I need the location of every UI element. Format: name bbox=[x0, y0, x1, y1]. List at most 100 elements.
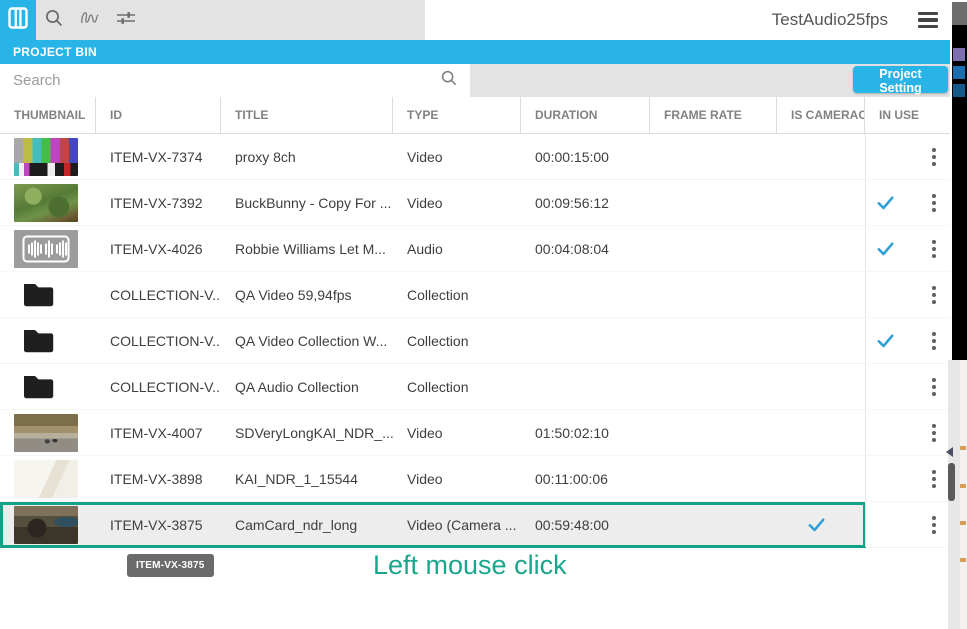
menu-icon[interactable] bbox=[918, 12, 938, 28]
adjacent-panel-header-sliver bbox=[952, 2, 967, 25]
row-menu-button[interactable] bbox=[927, 374, 941, 400]
row-menu-button[interactable] bbox=[927, 236, 941, 262]
row-menu-button[interactable] bbox=[927, 282, 941, 308]
row-id: COLLECTION-V... bbox=[96, 364, 221, 409]
folder-icon bbox=[14, 281, 78, 308]
row-is-cameracard bbox=[777, 318, 865, 363]
row-frame-rate bbox=[650, 180, 777, 225]
in-use-check-icon bbox=[866, 333, 904, 348]
search-placeholder: Search bbox=[13, 72, 440, 89]
row-title: QA Video Collection W... bbox=[221, 318, 393, 363]
column-header-is-camerac[interactable]: IS CAMERAC bbox=[777, 97, 865, 133]
in-use-check-icon bbox=[866, 195, 904, 210]
filters-tool-button[interactable] bbox=[108, 0, 144, 40]
tab-project-bin[interactable] bbox=[0, 0, 36, 40]
column-header-thumbnail[interactable]: THUMBNAIL bbox=[0, 97, 96, 133]
panel-title: PROJECT BIN bbox=[13, 45, 97, 59]
row-menu-button[interactable] bbox=[927, 512, 941, 538]
row-is-cameracard bbox=[777, 364, 865, 409]
video-thumbnail bbox=[14, 184, 78, 222]
project-setting-button[interactable]: Project Setting bbox=[853, 66, 948, 93]
adjacent-panel-lower-sliver bbox=[960, 360, 967, 629]
row-menu-button[interactable] bbox=[927, 328, 941, 354]
row-menu-button[interactable] bbox=[927, 466, 941, 492]
adjacent-panel-sliver bbox=[952, 25, 967, 360]
filmstrip-icon bbox=[8, 7, 28, 34]
row-title: proxy 8ch bbox=[221, 134, 393, 179]
table-body: ITEM-VX-7374proxy 8chVideo00:00:15:00ITE… bbox=[0, 134, 950, 548]
row-is-cameracard bbox=[777, 272, 865, 317]
row-frame-rate bbox=[650, 410, 777, 455]
row-id: ITEM-VX-7374 bbox=[96, 134, 221, 179]
row-duration bbox=[521, 318, 650, 363]
row-frame-rate bbox=[650, 456, 777, 501]
icon-fragment bbox=[960, 558, 966, 562]
table-row-item-vx-4026[interactable]: ITEM-VX-4026Robbie Williams Let M...Audi… bbox=[0, 226, 950, 272]
icon-fragment bbox=[960, 446, 966, 450]
search-tool-button[interactable] bbox=[36, 0, 72, 40]
row-type: Video bbox=[393, 456, 521, 501]
folder-icon bbox=[14, 373, 78, 400]
row-is-cameracard bbox=[777, 456, 865, 501]
row-in-use bbox=[865, 410, 950, 455]
icon-fragment bbox=[960, 521, 966, 525]
panel-title-bar: PROJECT BIN bbox=[0, 40, 950, 64]
search-input[interactable]: Search bbox=[0, 64, 470, 97]
app-window: TestAudio25fps PROJECT BIN Search Projec… bbox=[0, 0, 967, 629]
row-menu-button[interactable] bbox=[927, 420, 941, 446]
column-header-title[interactable]: TITLE bbox=[221, 97, 393, 133]
row-in-use bbox=[865, 134, 950, 179]
row-frame-rate bbox=[650, 134, 777, 179]
row-type: Collection bbox=[393, 272, 521, 317]
table-row-collection-v[interactable]: COLLECTION-V...QA Audio CollectionCollec… bbox=[0, 364, 950, 410]
row-id: ITEM-VX-4007 bbox=[96, 410, 221, 455]
search-icon bbox=[44, 8, 64, 33]
table-row-collection-v[interactable]: COLLECTION-V...QA Video Collection W...C… bbox=[0, 318, 950, 364]
row-menu-button[interactable] bbox=[927, 190, 941, 216]
row-title: CamCard_ndr_long bbox=[221, 502, 393, 547]
workflow-tool-button[interactable] bbox=[72, 0, 108, 40]
row-in-use bbox=[865, 226, 950, 271]
column-header-type[interactable]: TYPE bbox=[393, 97, 521, 133]
row-type: Video bbox=[393, 134, 521, 179]
row-in-use bbox=[865, 456, 950, 501]
column-header-in-use[interactable]: IN USE bbox=[865, 97, 950, 133]
row-type: Video (Camera ... bbox=[393, 502, 521, 547]
row-frame-rate bbox=[650, 226, 777, 271]
row-id: COLLECTION-V... bbox=[96, 318, 221, 363]
row-id: ITEM-VX-3875 bbox=[96, 502, 221, 547]
video-thumbnail bbox=[14, 460, 78, 498]
column-header-id[interactable]: ID bbox=[96, 97, 221, 133]
table-row-item-vx-4007[interactable]: ITEM-VX-4007SDVeryLongKAI_NDR_...Video01… bbox=[0, 410, 950, 456]
workflow-icon bbox=[79, 9, 101, 32]
row-is-cameracard bbox=[777, 226, 865, 271]
row-is-cameracard bbox=[777, 134, 865, 179]
table-row-item-vx-3898[interactable]: ITEM-VX-3898KAI_NDR_1_15544Video00:11:00… bbox=[0, 456, 950, 502]
row-type: Collection bbox=[393, 318, 521, 363]
top-toolbar: TestAudio25fps bbox=[0, 0, 950, 40]
column-header-duration[interactable]: DURATION bbox=[521, 97, 650, 133]
folder-icon bbox=[14, 327, 78, 354]
row-duration bbox=[521, 272, 650, 317]
row-type: Collection bbox=[393, 364, 521, 409]
row-frame-rate bbox=[650, 272, 777, 317]
row-in-use bbox=[865, 502, 950, 547]
row-id: COLLECTION-V... bbox=[96, 272, 221, 317]
table-row-item-vx-7392[interactable]: ITEM-VX-7392BuckBunny - Copy For ...Vide… bbox=[0, 180, 950, 226]
row-title: Robbie Williams Let M... bbox=[221, 226, 393, 271]
row-frame-rate bbox=[650, 318, 777, 363]
row-title: QA Video 59,94fps bbox=[221, 272, 393, 317]
toolbar-tab-strip bbox=[0, 0, 425, 40]
row-duration: 00:11:00:06 bbox=[521, 456, 650, 501]
search-icon[interactable] bbox=[440, 69, 458, 92]
table-row-item-vx-3875[interactable]: ITEM-VX-3875CamCard_ndr_longVideo (Camer… bbox=[0, 502, 950, 548]
column-header-frame-rate[interactable]: FRAME RATE bbox=[650, 97, 777, 133]
table-row-collection-v[interactable]: COLLECTION-V...QA Video 59,94fpsCollecti… bbox=[0, 272, 950, 318]
window-title: TestAudio25fps bbox=[772, 10, 888, 30]
id-tooltip: ITEM-VX-3875 bbox=[127, 554, 214, 577]
sliders-icon bbox=[116, 9, 136, 32]
row-in-use bbox=[865, 180, 950, 225]
clip-fragment-purple bbox=[953, 48, 965, 61]
table-row-item-vx-7374[interactable]: ITEM-VX-7374proxy 8chVideo00:00:15:00 bbox=[0, 134, 950, 180]
row-menu-button[interactable] bbox=[927, 144, 941, 170]
